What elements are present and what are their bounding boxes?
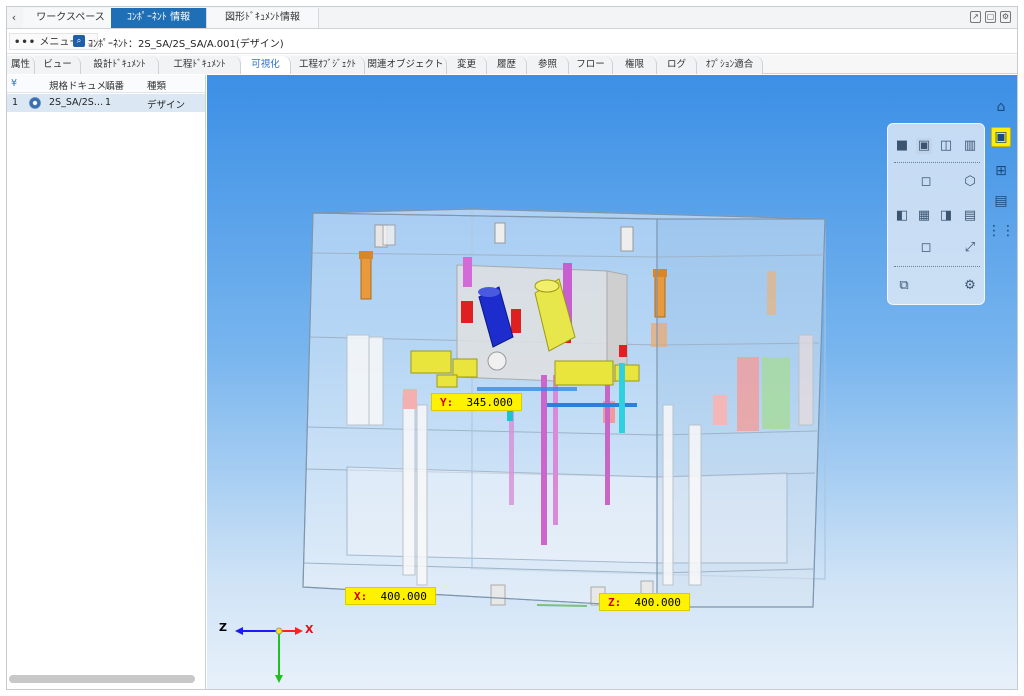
export-icon[interactable]: ↗ — [970, 11, 981, 23]
restore-icon[interactable]: ▢ — [985, 11, 996, 23]
column-header-type[interactable]: 種類 — [147, 78, 166, 92]
row-type: デザイン — [147, 100, 186, 111]
measurement-z-value: 400.000 — [634, 596, 681, 609]
view-front-icon[interactable]: ▦ — [916, 208, 932, 224]
tab-related-objects[interactable]: 関連オブジェクト — [365, 56, 447, 74]
tab-flow[interactable]: フロー — [569, 56, 613, 74]
grid-icon[interactable]: ⋮⋮ — [987, 221, 1015, 241]
detail-tabs: 属性 ビュー 設計ﾄﾞｷｭﾒﾝﾄ 工程ﾄﾞｷｭﾒﾝﾄ 可視化 工程ｵﾌﾞｼﾞｪｸ… — [7, 55, 1017, 74]
measurement-z-axis: Z: — [608, 596, 622, 609]
tab-design-documents[interactable]: 設計ﾄﾞｷｭﾒﾝﾄ — [81, 56, 159, 74]
tab-process-documents[interactable]: 工程ﾄﾞｷｭﾒﾝﾄ — [159, 56, 241, 74]
tab-workspace[interactable]: ワークスペース — [23, 8, 119, 28]
tab-drawing-document-info[interactable]: 図形ﾄﾞｷｭﾒﾝﾄ情報 — [207, 8, 319, 28]
tab-process-objects[interactable]: 工程ｵﾌﾞｼﾞｪｸﾄ — [291, 56, 365, 74]
app-window: ‹ ワークスペース ｺﾝﾎﾟｰﾈﾝﾄ 情報 図形ﾄﾞｷｭﾒﾝﾄ情報 ↗ ▢ ⚙ … — [6, 6, 1018, 690]
tab-history[interactable]: 履歴 — [487, 56, 527, 74]
3d-viewport[interactable]: Y: 345.000 X: 400.000 Z: 400.000 Z X ■ ▣… — [207, 75, 1017, 689]
view-wireframe-icon[interactable]: ◫ — [938, 138, 954, 154]
tree-icon[interactable]: ⊞ — [991, 161, 1011, 181]
view-settings-gear-icon[interactable]: ⚙ — [962, 278, 978, 294]
tab-view[interactable]: ビュー — [35, 56, 81, 74]
model-view-icon[interactable]: ▣ — [991, 127, 1011, 147]
row-order: 1 — [105, 97, 112, 108]
measurement-y: Y: 345.000 — [431, 393, 522, 411]
table-header: ¥ 規格ドキュメ… 順番 種類 — [7, 75, 205, 93]
window-controls: ↗ ▢ ⚙ — [970, 11, 1011, 23]
tab-changes[interactable]: 変更 — [447, 56, 487, 74]
view-box-icon[interactable]: ⧉ — [896, 278, 912, 294]
search-icon[interactable]: ⌕ — [73, 35, 85, 47]
measurement-y-value: 345.000 — [466, 396, 513, 409]
tab-log[interactable]: ログ — [657, 56, 697, 74]
home-icon[interactable]: ⌂ — [991, 97, 1011, 117]
view-right-icon[interactable]: ◨ — [938, 208, 954, 224]
horizontal-scrollbar[interactable] — [9, 675, 195, 683]
measurement-z: Z: 400.000 — [599, 593, 690, 611]
tab-references[interactable]: 参照 — [527, 56, 569, 74]
properties-icon[interactable]: ▤ — [991, 191, 1011, 211]
document-list-panel: ¥ 規格ドキュメ… 順番 種類 1 2S_SA/2S… 1 デザイン — [7, 75, 206, 689]
more-dots-icon: ••• — [14, 37, 37, 48]
axis-triad — [235, 627, 303, 683]
row-index: 1 — [12, 97, 19, 108]
tab-attributes[interactable]: 属性 — [7, 56, 35, 74]
tab-component-info[interactable]: ｺﾝﾎﾟｰﾈﾝﾄ 情報 — [111, 8, 207, 28]
measurement-x-value: 400.000 — [380, 590, 427, 603]
breadcrumb-bar: ••• メニュー ⌄ ⌕ ｺﾝﾎﾟｰﾈﾝﾄ：2S_SA/2S_SA/A.001(… — [7, 30, 1017, 54]
axis-label-x: X — [305, 623, 314, 636]
view-hidden-line-icon[interactable]: ▥ — [962, 138, 978, 154]
view-shaded-icon[interactable]: ▣ — [916, 138, 932, 154]
component-gear-icon — [29, 97, 41, 109]
view-orientation-panel: ■ ▣ ◫ ▥ ◻ ⬡ ◧ ▦ ◨ ▤ ◻ ⤢ ⧉ ⚙ — [887, 123, 985, 305]
tab-visualization[interactable]: 可視化 — [241, 56, 291, 74]
tab-option-fit[interactable]: ｵﾌﾟｼｮﾝ適合 — [697, 56, 763, 74]
table-row[interactable]: 1 2S_SA/2S… 1 デザイン — [7, 94, 205, 112]
measurement-x-axis: X: — [354, 590, 368, 603]
axis-label-z: Z — [219, 621, 227, 634]
view-fit-icon[interactable]: ⤢ — [962, 240, 978, 256]
view-solid-icon[interactable]: ■ — [894, 138, 910, 154]
column-header-order[interactable]: 順番 — [105, 78, 124, 92]
parting-line — [536, 604, 588, 607]
top-tab-bar: ‹ ワークスペース ｺﾝﾎﾟｰﾈﾝﾄ 情報 図形ﾄﾞｷｭﾒﾝﾄ情報 ↗ ▢ ⚙ — [7, 7, 1017, 29]
view-left-icon[interactable]: ◧ — [894, 208, 910, 224]
breadcrumb: ｺﾝﾎﾟｰﾈﾝﾄ：2S_SA/2S_SA/A.001(デザイン) — [88, 39, 284, 50]
collapse-chevron-icon[interactable]: ¥ — [11, 78, 17, 89]
view-bottom-icon[interactable]: ◻ — [918, 240, 934, 256]
panel-divider — [894, 162, 980, 163]
tab-permissions[interactable]: 権限 — [613, 56, 657, 74]
back-chevron-icon[interactable]: ‹ — [7, 7, 21, 29]
row-name: 2S_SA/2S… — [49, 97, 104, 108]
view-iso-icon[interactable]: ⬡ — [962, 174, 978, 190]
view-top-icon[interactable]: ◻ — [918, 174, 934, 190]
view-back-icon[interactable]: ▤ — [962, 208, 978, 224]
panel-divider — [894, 266, 980, 267]
measurement-y-axis: Y: — [440, 396, 454, 409]
measurement-x: X: 400.000 — [345, 587, 436, 605]
settings-icon[interactable]: ⚙ — [1000, 11, 1011, 23]
